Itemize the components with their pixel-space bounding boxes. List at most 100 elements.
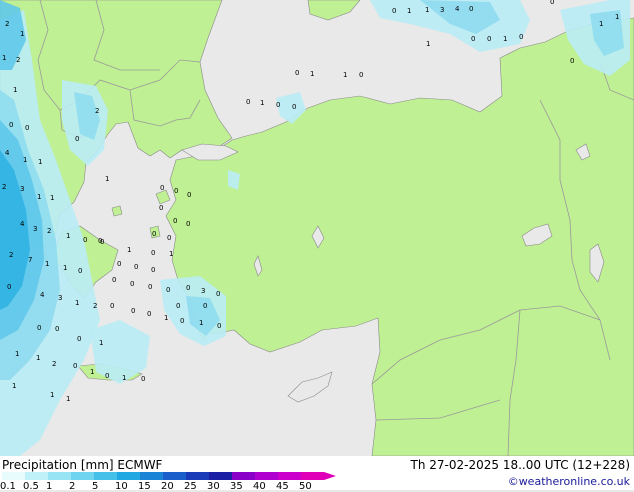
precip-value: 1 — [12, 382, 16, 390]
credit-link[interactable]: ©weatheronline.co.uk — [508, 475, 630, 488]
scale-tick-label: 10 — [115, 481, 128, 492]
precip-value: 0 — [392, 7, 396, 15]
precip-value: 0 — [176, 302, 180, 310]
precip-value: 0 — [203, 302, 207, 310]
color-swatch — [301, 472, 324, 480]
precip-value: 0 — [292, 103, 296, 111]
precip-value: 0 — [83, 236, 87, 244]
precip-value: 1 — [90, 368, 94, 376]
precip-value: 2 — [47, 227, 51, 235]
precip-value: 0 — [7, 283, 11, 291]
precip-value: 0 — [570, 57, 574, 65]
precip-value: 1 — [105, 175, 109, 183]
precip-value: 0 — [217, 322, 221, 330]
precip-value: 2 — [5, 20, 9, 28]
precip-value: 0 — [186, 284, 190, 292]
precip-value: 1 — [122, 374, 126, 382]
precip-value: 0 — [167, 234, 171, 242]
precip-value: 0 — [148, 283, 152, 291]
precip-value: 1 — [20, 30, 24, 38]
color-swatch — [25, 472, 48, 480]
precip-value: 1 — [310, 70, 314, 78]
precip-value: 0 — [186, 220, 190, 228]
precip-value: 0 — [173, 217, 177, 225]
scale-tick-label: 45 — [276, 481, 289, 492]
precip-value: 1 — [127, 246, 131, 254]
color-swatch — [209, 472, 232, 480]
precip-value: 1 — [99, 339, 103, 347]
precip-value: 7 — [28, 256, 32, 264]
scale-tick-label: 35 — [230, 481, 243, 492]
precip-value: 4 — [20, 220, 25, 228]
precip-value: 1 — [38, 158, 42, 166]
scale-tick-label: 5 — [92, 481, 99, 492]
scale-tick-label: 30 — [207, 481, 220, 492]
precip-value: 0 — [359, 71, 363, 79]
precip-value: 2 — [2, 183, 6, 191]
precip-value: 1 — [199, 319, 203, 327]
chart-title: Precipitation [mm] ECMWF — [2, 458, 163, 472]
precip-value: 1 — [36, 354, 40, 362]
precip-value: 1 — [615, 13, 619, 21]
precip-value: 4 — [5, 149, 10, 157]
precip-value: 1 — [425, 6, 429, 14]
scale-tick-label: 50 — [299, 481, 312, 492]
precip-value: 0 — [216, 290, 220, 298]
precip-value: 0 — [187, 191, 191, 199]
precip-value: 0 — [174, 187, 178, 195]
color-swatch — [255, 472, 278, 480]
precip-value: 0 — [78, 267, 82, 275]
precip-value: 2 — [93, 302, 97, 310]
scale-tick-label: 2 — [69, 481, 76, 492]
precip-value: 1 — [50, 391, 54, 399]
scale-tick-label: 1 — [46, 481, 53, 492]
color-swatch — [278, 472, 301, 480]
precip-value: 1 — [599, 20, 603, 28]
precip-value: 0 — [159, 204, 163, 212]
scale-tick-label: 0.1 — [0, 481, 16, 492]
precip-value: 4 — [40, 291, 45, 299]
precip-value: 0 — [151, 249, 155, 257]
precip-value: 0 — [295, 69, 299, 77]
precip-value: 1 — [164, 314, 168, 322]
scale-tick-label: 25 — [184, 481, 197, 492]
precip-value: 2 — [95, 107, 99, 115]
precip-value: 0 — [246, 98, 250, 106]
precip-value: 3 — [20, 185, 24, 193]
precipitation-map: 211 210 041 12 31 143 21 0 027 1 1 004 31 2 00 00 11 12 01… — [0, 0, 634, 457]
color-swatch — [2, 472, 25, 480]
precip-value: 0 — [180, 317, 184, 325]
precip-value: 0 — [37, 324, 41, 332]
precip-value: 1 — [45, 260, 49, 268]
scale-tick-label: 0.5 — [23, 481, 39, 492]
precip-value: 0 — [117, 260, 121, 268]
precip-value: 0 — [25, 124, 29, 132]
precip-value: 2 — [9, 251, 13, 259]
precip-value: 0 — [151, 266, 155, 274]
color-swatch — [117, 472, 140, 480]
valid-time: Th 27-02-2025 18..00 UTC (12+228) — [410, 458, 630, 472]
precip-value: 0 — [100, 238, 104, 246]
precip-value: 3 — [58, 294, 62, 302]
color-swatch — [186, 472, 209, 480]
precip-value: 0 — [550, 0, 554, 6]
precip-value: 0 — [75, 135, 79, 143]
precip-value: 0 — [160, 184, 164, 192]
precip-value: 0 — [141, 375, 145, 383]
color-swatch — [140, 472, 163, 480]
precip-value: 0 — [110, 302, 114, 310]
precip-value: 2 — [16, 56, 20, 64]
precip-value: 1 — [66, 232, 70, 240]
precip-value: 0 — [77, 335, 81, 343]
color-swatch — [48, 472, 71, 480]
precip-value: 1 — [2, 54, 6, 62]
legend-bar: Precipitation [mm] ECMWF Th 27-02-2025 1… — [0, 456, 634, 492]
scale-tick-label: 15 — [138, 481, 151, 492]
precip-value: 1 — [260, 99, 264, 107]
scale-tick-label: 40 — [253, 481, 266, 492]
precip-value: 3 — [201, 287, 205, 295]
color-swatch — [94, 472, 117, 480]
precip-value: 0 — [147, 310, 151, 318]
precip-value: 1 — [13, 86, 17, 94]
precip-value: 0 — [134, 263, 138, 271]
